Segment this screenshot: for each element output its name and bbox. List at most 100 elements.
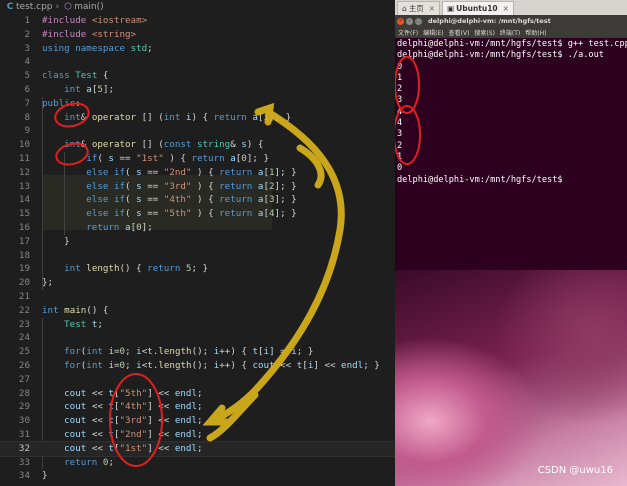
minimize-window-icon[interactable]: –	[406, 17, 413, 25]
code-line[interactable]: 11 if( s == "1st" ) { return a[0]; }	[0, 152, 395, 166]
code-text[interactable]: cout << t["3rd"] << endl;	[42, 414, 202, 428]
menu-help[interactable]: 帮助(H)	[525, 28, 546, 37]
code-text[interactable]: #include <iostream>	[42, 14, 147, 28]
line-number[interactable]: 23	[0, 318, 30, 332]
line-number[interactable]: 4	[0, 55, 30, 69]
line-number[interactable]: 30	[0, 414, 30, 428]
close-window-icon[interactable]: ×	[397, 17, 404, 25]
code-text[interactable]: cout << t["4th"] << endl;	[42, 400, 202, 414]
line-number[interactable]: 31	[0, 428, 30, 442]
maximize-window-icon[interactable]: □	[415, 17, 422, 25]
line-number[interactable]: 12	[0, 166, 30, 180]
code-line[interactable]: 9	[0, 124, 395, 138]
menu-search[interactable]: 搜索(S)	[474, 28, 495, 37]
code-line[interactable]: 12 else if( s == "2nd" ) { return a[1]; …	[0, 166, 395, 180]
line-number[interactable]: 5	[0, 69, 30, 83]
code-text[interactable]: using namespace std;	[42, 42, 153, 56]
line-number[interactable]: 6	[0, 83, 30, 97]
line-number[interactable]: 7	[0, 97, 30, 111]
code-line[interactable]: 33 return 0;	[0, 456, 395, 470]
code-line[interactable]: 32 cout << t["1st"] << endl;	[0, 440, 395, 457]
code-line[interactable]: 8 int& operator [] (int i) { return a[i]…	[0, 111, 395, 125]
code-line[interactable]: 34}	[0, 469, 395, 483]
code-text[interactable]: public:	[42, 97, 81, 111]
code-line[interactable]: 18	[0, 249, 395, 263]
line-number[interactable]: 34	[0, 469, 30, 483]
line-number[interactable]: 21	[0, 290, 30, 304]
code-text[interactable]: else if( s == "4th" ) { return a[3]; }	[42, 193, 296, 207]
code-line[interactable]: 23 Test t;	[0, 318, 395, 332]
code-line[interactable]: 2 #include <string>	[0, 28, 395, 42]
line-number[interactable]: 10	[0, 138, 30, 152]
line-number[interactable]: 11	[0, 152, 30, 166]
code-line[interactable]: 26 for(int i=0; i<t.length(); i++) { cou…	[0, 359, 395, 373]
virtual-machine-window[interactable]: ⌂ 主页 × ▣ Ubuntu10 × × – □ delphi@delphi-…	[395, 0, 627, 486]
line-number[interactable]: 25	[0, 345, 30, 359]
line-number[interactable]: 13	[0, 180, 30, 194]
line-number[interactable]: 28	[0, 387, 30, 401]
line-number[interactable]: 29	[0, 400, 30, 414]
menu-view[interactable]: 查看(V)	[449, 28, 470, 37]
line-number[interactable]: 17	[0, 235, 30, 249]
code-text[interactable]: }	[42, 469, 48, 483]
code-line[interactable]: 14 else if( s == "4th" ) { return a[3]; …	[0, 193, 395, 207]
code-text[interactable]: return 0;	[42, 456, 114, 470]
code-line[interactable]: 16 return a[0];	[0, 221, 395, 235]
code-line[interactable]: 22 int main() {	[0, 304, 395, 318]
code-text[interactable]: #include <string>	[42, 28, 136, 42]
code-editor[interactable]: C test.cpp › ⬡ main() 1 #include <iostrea…	[0, 0, 395, 486]
close-icon[interactable]: ×	[503, 2, 509, 15]
code-lines[interactable]: 1 #include <iostream> 2 #include <string> 3 u…	[0, 14, 395, 483]
code-line[interactable]: 27	[0, 373, 395, 387]
code-line[interactable]: 19 int length() { return 5; }	[0, 262, 395, 276]
code-line[interactable]: 29 cout << t["4th"] << endl;	[0, 400, 395, 414]
code-text[interactable]: for(int i=0; i<t.length(); i++) { t[i] =…	[42, 345, 313, 359]
code-text[interactable]: int& operator [] (int i) { return a[i]; …	[42, 111, 291, 125]
line-number[interactable]: 14	[0, 193, 30, 207]
code-line[interactable]: 6 int a[5];	[0, 83, 395, 97]
code-line[interactable]: 24	[0, 331, 395, 345]
tab-ubuntu10[interactable]: ▣ Ubuntu10 ×	[442, 1, 514, 15]
line-number[interactable]: 9	[0, 124, 30, 138]
line-number[interactable]: 2	[0, 28, 30, 42]
code-text[interactable]: else if( s == "2nd" ) { return a[1]; }	[42, 166, 296, 180]
line-number[interactable]: 33	[0, 456, 30, 470]
code-line[interactable]: 25 for(int i=0; i<t.length(); i++) { t[i…	[0, 345, 395, 359]
code-line[interactable]: 15 else if( s == "5th" ) { return a[4]; …	[0, 207, 395, 221]
line-number[interactable]: 8	[0, 111, 30, 125]
line-number[interactable]: 3	[0, 42, 30, 56]
line-number[interactable]: 24	[0, 331, 30, 345]
code-line[interactable]: 1 #include <iostream>	[0, 14, 395, 28]
line-number[interactable]: 32	[0, 442, 30, 456]
code-line[interactable]: 10 int& operator [] (const string& s) {	[0, 138, 395, 152]
code-text[interactable]: int a[5];	[42, 83, 114, 97]
code-text[interactable]: };	[42, 276, 53, 290]
menu-terminal[interactable]: 终端(T)	[500, 28, 520, 37]
code-text[interactable]: cout << t["5th"] << endl;	[42, 387, 202, 401]
code-text[interactable]: }	[42, 235, 70, 249]
code-line[interactable]: 13 else if( s == "3rd" ) { return a[2]; …	[0, 180, 395, 194]
breadcrumb-file[interactable]: test.cpp	[16, 2, 53, 12]
code-text[interactable]: int main() {	[42, 304, 108, 318]
code-line[interactable]: 21	[0, 290, 395, 304]
code-text[interactable]: return a[0];	[42, 221, 152, 235]
code-line[interactable]: 7 public:	[0, 97, 395, 111]
code-line[interactable]: 20};	[0, 276, 395, 290]
menu-file[interactable]: 文件(F)	[398, 28, 418, 37]
line-number[interactable]: 27	[0, 373, 30, 387]
line-number[interactable]: 20	[0, 276, 30, 290]
code-text[interactable]: cout << t["1st"] << endl;	[42, 442, 202, 456]
code-line[interactable]: 3 using namespace std;	[0, 42, 395, 56]
code-text[interactable]: int& operator [] (const string& s) {	[42, 138, 263, 152]
code-text[interactable]: Test t;	[42, 318, 103, 332]
code-line[interactable]: 30 cout << t["3rd"] << endl;	[0, 414, 395, 428]
tab-home[interactable]: ⌂ 主页 ×	[397, 1, 441, 15]
line-number[interactable]: 18	[0, 249, 30, 263]
code-text[interactable]: int length() { return 5; }	[42, 262, 208, 276]
code-text[interactable]: for(int i=0; i<t.length(); i++) { cout <…	[42, 359, 380, 373]
code-line[interactable]: 17 }	[0, 235, 395, 249]
line-number[interactable]: 1	[0, 14, 30, 28]
terminal-output[interactable]: delphi@delphi-vm:/mnt/hgfs/test$ g++ tes…	[397, 39, 627, 186]
code-text[interactable]: cout << t["2nd"] << endl;	[42, 428, 202, 442]
code-text[interactable]: else if( s == "5th" ) { return a[4]; }	[42, 207, 296, 221]
